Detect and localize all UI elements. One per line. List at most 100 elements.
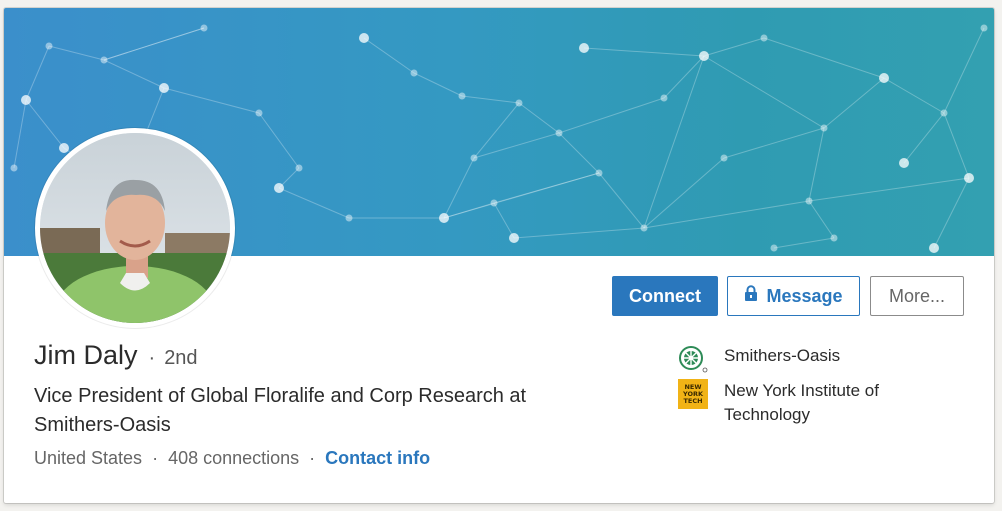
network-line bbox=[513, 227, 645, 239]
network-node bbox=[980, 24, 988, 32]
network-line bbox=[903, 112, 945, 164]
network-line bbox=[473, 132, 560, 159]
network-line bbox=[558, 132, 600, 174]
network-node bbox=[660, 94, 668, 102]
network-line bbox=[25, 45, 50, 101]
profile-photo[interactable] bbox=[35, 128, 235, 328]
org-item-smithers-oasis[interactable]: Smithers-Oasis bbox=[678, 344, 924, 374]
network-node bbox=[899, 158, 909, 168]
connections-count[interactable]: 408 connections bbox=[168, 448, 299, 469]
network-node bbox=[359, 33, 369, 43]
meta-separator: · bbox=[309, 448, 316, 468]
message-button-label: Message bbox=[766, 285, 843, 306]
network-node bbox=[410, 69, 418, 77]
network-node bbox=[579, 43, 589, 53]
lock-icon bbox=[744, 285, 758, 307]
network-line bbox=[163, 87, 260, 114]
network-node bbox=[515, 99, 523, 107]
network-node bbox=[640, 224, 648, 232]
nyit-logo: NEW YORK TECH bbox=[678, 379, 708, 409]
network-node bbox=[295, 164, 303, 172]
network-line bbox=[943, 27, 985, 114]
network-node bbox=[879, 73, 889, 83]
network-line bbox=[703, 55, 825, 129]
network-node bbox=[805, 197, 813, 205]
network-node bbox=[940, 109, 948, 117]
profile-meta: United States · 408 connections · Contac… bbox=[34, 448, 430, 469]
more-button[interactable]: More... bbox=[870, 276, 964, 316]
network-line bbox=[643, 200, 810, 229]
network-node bbox=[929, 243, 939, 253]
network-line bbox=[363, 37, 415, 74]
network-line bbox=[258, 112, 300, 169]
nyit-logo-text: TECH bbox=[683, 397, 703, 405]
network-node bbox=[458, 92, 466, 100]
profile-location: United States bbox=[34, 448, 143, 468]
smithers-oasis-logo bbox=[678, 344, 708, 374]
org-item-nyit[interactable]: NEW YORK TECH New York Institute of Tech… bbox=[678, 379, 924, 427]
org-name: New York Institute of Technology bbox=[724, 381, 879, 424]
connection-degree: 2nd bbox=[164, 347, 198, 369]
network-node bbox=[274, 183, 284, 193]
network-node bbox=[200, 24, 208, 32]
name-row: Jim Daly · 2nd bbox=[34, 340, 198, 371]
network-line bbox=[823, 77, 885, 129]
network-line bbox=[883, 77, 945, 114]
network-node bbox=[555, 129, 563, 137]
profile-headline: Vice President of Global Floralife and C… bbox=[34, 385, 527, 436]
network-node bbox=[21, 95, 31, 105]
profile-name: Jim Daly bbox=[34, 340, 138, 370]
network-line bbox=[558, 97, 665, 134]
contact-info-link[interactable]: Contact info bbox=[325, 448, 430, 469]
network-node bbox=[255, 109, 263, 117]
meta-separator: · bbox=[152, 448, 159, 468]
network-node bbox=[159, 83, 169, 93]
network-line bbox=[808, 127, 825, 202]
org-name: Smithers-Oasis bbox=[724, 346, 841, 365]
network-node bbox=[345, 214, 353, 222]
network-node bbox=[10, 164, 18, 172]
network-line bbox=[103, 59, 165, 89]
network-line bbox=[493, 172, 600, 204]
name-separator: · bbox=[148, 347, 156, 369]
network-line bbox=[773, 237, 835, 249]
network-node bbox=[100, 56, 108, 64]
network-line bbox=[103, 27, 205, 61]
connect-button[interactable]: Connect bbox=[612, 276, 718, 316]
network-line bbox=[583, 47, 705, 57]
network-line bbox=[598, 172, 645, 229]
network-node bbox=[45, 42, 53, 50]
network-line bbox=[13, 99, 27, 169]
message-button[interactable]: Message bbox=[727, 276, 860, 316]
network-node bbox=[830, 234, 838, 242]
network-line bbox=[48, 45, 105, 61]
network-line bbox=[943, 112, 970, 179]
network-line bbox=[663, 55, 705, 99]
network-node bbox=[720, 154, 728, 162]
network-line bbox=[461, 95, 520, 104]
network-line bbox=[808, 200, 835, 239]
network-line bbox=[703, 37, 765, 57]
network-line bbox=[933, 177, 970, 249]
more-button-label: More... bbox=[888, 285, 945, 306]
network-node bbox=[760, 34, 768, 42]
network-line bbox=[808, 177, 970, 202]
network-node bbox=[509, 233, 519, 243]
network-node bbox=[770, 244, 778, 252]
network-line bbox=[278, 187, 350, 219]
network-node bbox=[470, 154, 478, 162]
network-line bbox=[723, 127, 825, 159]
network-node bbox=[699, 51, 709, 61]
network-node bbox=[490, 199, 498, 207]
network-line bbox=[413, 72, 463, 97]
connect-button-label: Connect bbox=[629, 285, 701, 306]
profile-card: Connect Message More... Jim Daly · 2nd V… bbox=[4, 8, 994, 503]
network-line bbox=[763, 37, 885, 79]
network-node bbox=[439, 213, 449, 223]
network-node bbox=[820, 124, 828, 132]
network-line bbox=[443, 202, 495, 219]
network-node bbox=[964, 173, 974, 183]
network-line bbox=[473, 102, 520, 159]
network-line bbox=[493, 202, 515, 239]
network-node bbox=[595, 169, 603, 177]
